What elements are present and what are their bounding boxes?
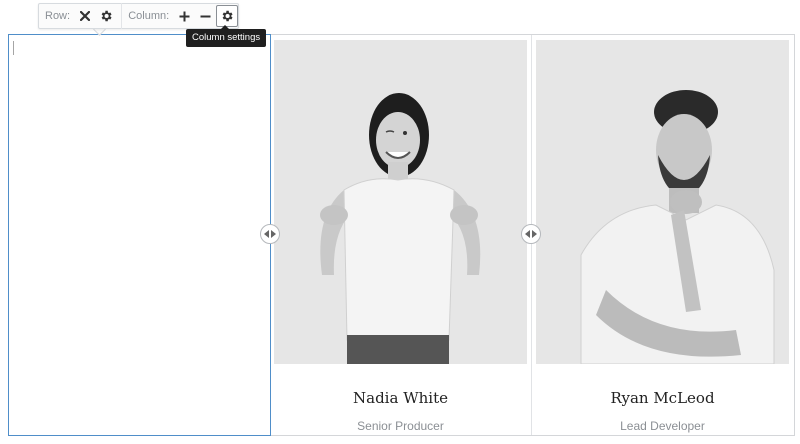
text-cursor	[13, 41, 14, 55]
row-remove-button[interactable]	[74, 5, 96, 27]
column-resize-handle-1[interactable]	[260, 224, 280, 244]
resize-arrows-icon	[525, 230, 537, 238]
column-empty-selected[interactable]	[8, 34, 271, 436]
profile-role: Senior Producer	[357, 419, 444, 433]
column-label: Column:	[128, 10, 170, 22]
toolbar-separator	[121, 3, 123, 29]
row-column-toolbar: Row: Column:	[38, 3, 239, 29]
row-label: Row:	[45, 10, 71, 22]
profile-name: Nadia White	[353, 389, 448, 407]
portrait-man-image	[536, 40, 789, 364]
column-resize-handle-2[interactable]	[521, 224, 541, 244]
profile-card-1[interactable]: Nadia White Senior Producer	[274, 40, 527, 433]
page-builder-canvas: Nadia White Senior Producer Ryan McLeod …	[0, 0, 800, 444]
gear-icon	[222, 10, 233, 22]
plus-icon	[179, 11, 189, 21]
row-settings-button[interactable]	[96, 5, 118, 27]
minus-icon	[200, 15, 211, 17]
gear-icon	[102, 10, 112, 22]
profile-role: Lead Developer	[620, 419, 705, 433]
close-icon	[79, 11, 90, 21]
profile-card-2[interactable]: Ryan McLeod Lead Developer	[536, 40, 789, 433]
profile-photo-woman	[274, 40, 527, 364]
column-remove-button[interactable]	[195, 5, 217, 27]
portrait-woman-image	[274, 40, 527, 364]
resize-arrows-icon	[264, 230, 276, 238]
profile-name: Ryan McLeod	[610, 389, 715, 407]
column-settings-tooltip: Column settings	[186, 25, 267, 47]
column-add-button[interactable]	[173, 5, 195, 27]
profile-photo-man	[536, 40, 789, 364]
column-settings-button[interactable]	[216, 5, 239, 27]
